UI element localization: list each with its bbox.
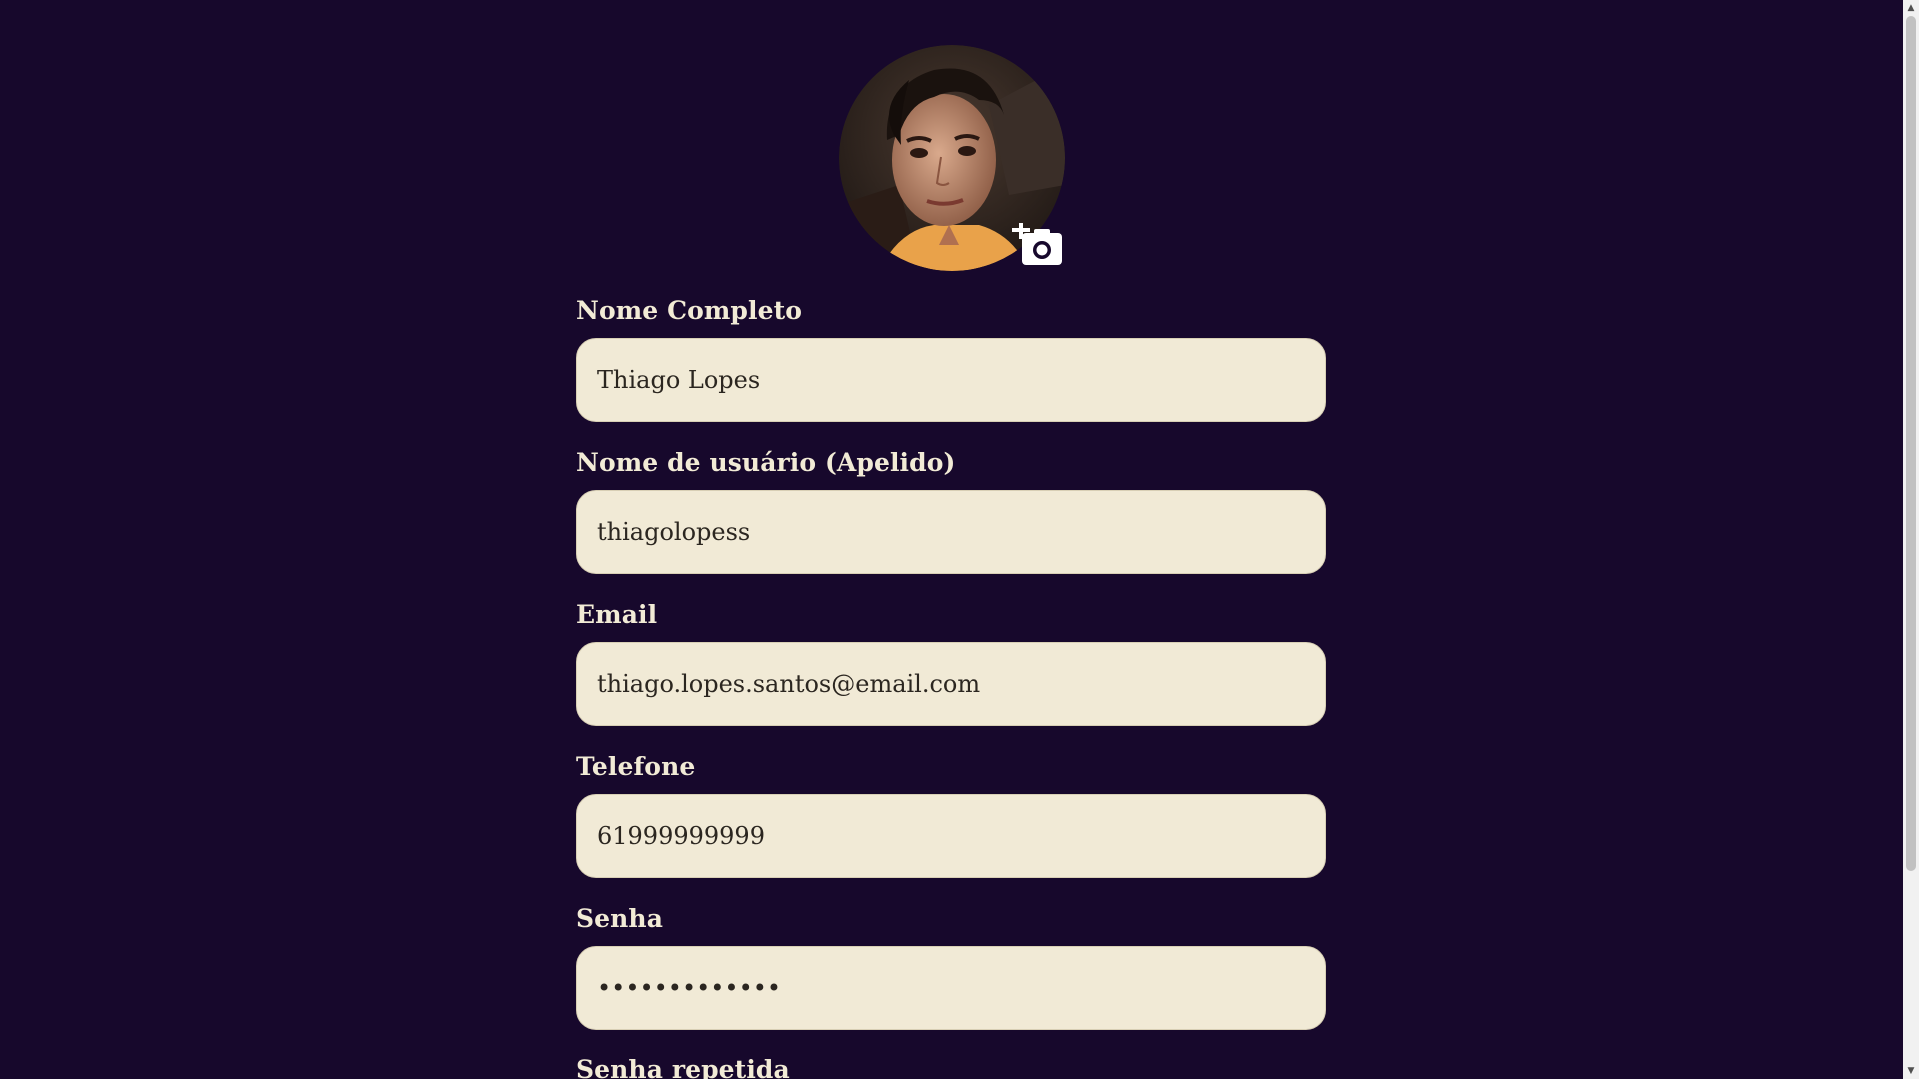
username-input[interactable] xyxy=(576,490,1326,574)
password-input[interactable] xyxy=(576,946,1326,1030)
avatar-container xyxy=(839,45,1065,271)
password-repeat-label: Senha repetida xyxy=(576,1055,790,1079)
full-name-input[interactable] xyxy=(576,338,1326,422)
phone-input[interactable] xyxy=(576,794,1326,878)
vertical-scrollbar[interactable]: ▲ ▼ xyxy=(1903,0,1919,1079)
scroll-down-icon[interactable]: ▼ xyxy=(1903,1063,1919,1079)
password-label: Senha xyxy=(576,904,664,933)
add-photo-camera-icon[interactable] xyxy=(1012,223,1064,268)
email-label: Email xyxy=(576,600,658,629)
full-name-label: Nome Completo xyxy=(576,296,803,325)
scrollbar-thumb[interactable] xyxy=(1906,16,1916,871)
phone-label: Telefone xyxy=(576,752,696,781)
scroll-up-icon[interactable]: ▲ xyxy=(1903,0,1919,16)
email-input[interactable] xyxy=(576,642,1326,726)
profile-edit-page: Nome Completo Nome de usuário (Apelido) … xyxy=(0,0,1919,1079)
username-label: Nome de usuário (Apelido) xyxy=(576,448,956,477)
